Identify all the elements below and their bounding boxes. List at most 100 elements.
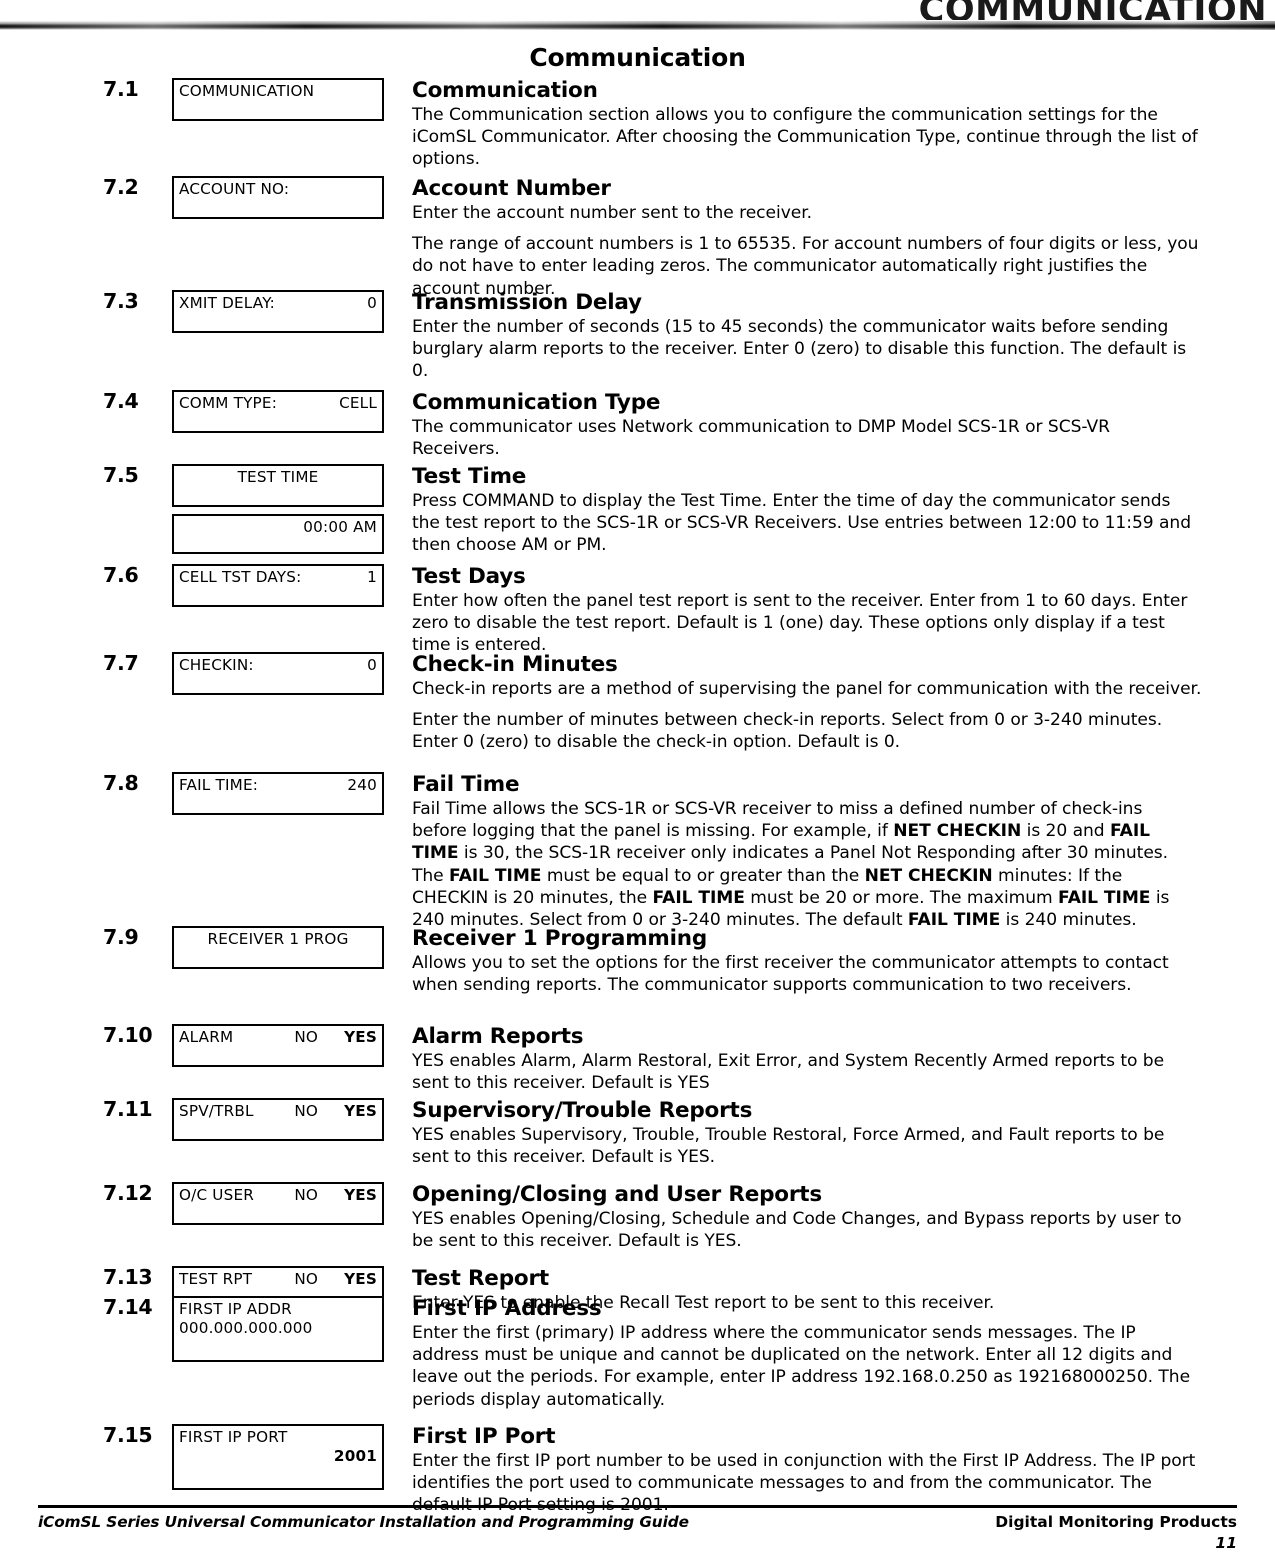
lcd-option-yes[interactable]: YES xyxy=(344,1028,377,1046)
lcd-label: 000.000.000.000 xyxy=(179,1319,313,1337)
section-number: 7.7 xyxy=(103,651,139,675)
section-number: 7.10 xyxy=(103,1023,153,1047)
section-heading: Check-in Minutes xyxy=(412,652,618,677)
section-number: 7.6 xyxy=(103,563,139,587)
footer-company: Digital Monitoring Products xyxy=(995,1513,1237,1531)
section-heading: Receiver 1 Programming xyxy=(412,926,708,951)
lcd-option-no[interactable]: NO xyxy=(294,1028,318,1046)
lcd-display: XMIT DELAY: 0 xyxy=(172,290,384,333)
section-paragraph: Enter the number of minutes between chec… xyxy=(412,710,1163,753)
lcd-display: FIRST IP PORT 2001 xyxy=(172,1424,384,1490)
section-text: First IP Address Enter the first (primary… xyxy=(412,1296,1202,1411)
text-run: must be equal to or greater than the xyxy=(541,865,865,886)
lcd-display: ACCOUNT NO: xyxy=(172,176,384,219)
section-paragraph: Enter the number of seconds (15 to 45 se… xyxy=(412,317,1187,382)
emphasis-term: FAIL TIME xyxy=(1058,887,1151,908)
lcd-value: 0 xyxy=(367,656,377,674)
section-heading: First IP Address xyxy=(412,1296,602,1321)
emphasis-term: NET CHECKIN xyxy=(864,865,993,886)
text-run: is 20 and xyxy=(1021,821,1110,842)
section-heading: Transmission Delay xyxy=(412,290,642,315)
lcd-value: CELL xyxy=(339,394,377,412)
lcd-display: CELL TST DAYS: 1 xyxy=(172,564,384,607)
section-heading: Communication Type xyxy=(412,390,661,415)
section-paragraph: Check-in reports are a method of supervi… xyxy=(412,679,1202,699)
lcd-label: CHECKIN: xyxy=(179,656,254,674)
lcd-display: ALARM NO YES xyxy=(172,1024,384,1067)
section-text: Transmission Delay Enter the number of se… xyxy=(412,290,1202,383)
section-text: Check-in Minutes Check-in reports are a m… xyxy=(412,652,1202,754)
section-paragraph: Enter the account number sent to the rec… xyxy=(412,203,813,223)
lcd-line: TEST RPT NO YES xyxy=(179,1270,377,1289)
lcd-column: TEST TIME 00:00 AM xyxy=(172,464,384,554)
lcd-line: RECEIVER 1 PROG xyxy=(179,930,377,949)
lcd-option-yes[interactable]: YES xyxy=(344,1186,377,1204)
section-heading: Test Days xyxy=(412,564,526,589)
section-number: 7.9 xyxy=(103,925,139,949)
section-heading: Opening/Closing and User Reports xyxy=(412,1182,822,1207)
section-number: 7.2 xyxy=(103,175,139,199)
section-paragraph: YES enables Supervisory, Trouble, Troubl… xyxy=(412,1125,1165,1168)
lcd-line: ALARM NO YES xyxy=(179,1028,377,1047)
emphasis-term: FAIL TIME xyxy=(652,887,745,908)
lcd-column: ALARM NO YES xyxy=(172,1024,384,1067)
lcd-option-no[interactable]: NO xyxy=(294,1186,318,1204)
section-number: 7.8 xyxy=(103,771,139,795)
section-text: First IP Port Enter the first IP port num… xyxy=(412,1424,1202,1517)
lcd-option-no[interactable]: NO xyxy=(294,1270,318,1288)
section-text: Test Time Press COMMAND to display the Te… xyxy=(412,464,1202,557)
lcd-option-yes[interactable]: YES xyxy=(344,1270,377,1288)
lcd-option-group: NO YES xyxy=(294,1270,377,1289)
lcd-display-secondary: 00:00 AM xyxy=(172,514,384,554)
lcd-value: 240 xyxy=(347,776,377,794)
lcd-column: O/C USER NO YES xyxy=(172,1182,384,1225)
lcd-label: COMM TYPE: xyxy=(179,394,278,412)
section-heading: First IP Port xyxy=(412,1424,556,1449)
lcd-value: 0 xyxy=(367,294,377,312)
section-paragraph: Enter the first (primary) IP address whe… xyxy=(412,1323,1191,1410)
section-number: 7.15 xyxy=(103,1423,153,1447)
lcd-option-group: NO YES xyxy=(294,1028,377,1047)
lcd-label: FIRST IP PORT xyxy=(179,1428,288,1446)
section-paragraph: The communicator uses Network communicat… xyxy=(412,417,1110,460)
lcd-line: COMMUNICATION xyxy=(179,82,377,101)
lcd-line: TEST TIME xyxy=(179,468,377,487)
lcd-label: XMIT DELAY: xyxy=(179,294,275,312)
section-paragraph: YES enables Alarm, Alarm Restoral, Exit … xyxy=(412,1051,1165,1094)
lcd-display: RECEIVER 1 PROG xyxy=(172,926,384,969)
section-text: Communication Type The communicator uses … xyxy=(412,390,1202,460)
section-paragraph: Press COMMAND to display the Test Time. … xyxy=(412,491,1192,556)
lcd-line: COMM TYPE: CELL xyxy=(179,394,377,413)
lcd-option-yes[interactable]: YES xyxy=(344,1102,377,1120)
lcd-line: 2001 xyxy=(179,1447,377,1466)
lcd-column: FIRST IP PORT 2001 xyxy=(172,1424,384,1490)
section-number: 7.3 xyxy=(103,289,139,313)
footer-divider xyxy=(38,1505,1237,1508)
section-paragraph: YES enables Opening/Closing, Schedule an… xyxy=(412,1209,1182,1252)
section-text: Supervisory/Trouble Reports YES enables S… xyxy=(412,1098,1202,1168)
lcd-label: ALARM xyxy=(179,1028,234,1046)
section-number: 7.4 xyxy=(103,389,139,413)
section-number: 7.12 xyxy=(103,1181,153,1205)
lcd-label: TEST TIME xyxy=(237,468,319,486)
section-text: Receiver 1 Programming Allows you to set … xyxy=(412,926,1202,996)
lcd-option-no[interactable]: NO xyxy=(294,1102,318,1120)
section-heading: Test Report xyxy=(412,1266,549,1291)
lcd-label: RECEIVER 1 PROG xyxy=(207,930,349,948)
lcd-column: FAIL TIME: 240 xyxy=(172,772,384,815)
section-heading: Test Time xyxy=(412,464,527,489)
section-heading: Communication xyxy=(412,78,598,103)
lcd-label: CELL TST DAYS: xyxy=(179,568,302,586)
section-paragraph: Fail Time allows the SCS-1R or SCS-VR re… xyxy=(412,798,1202,931)
section-paragraph: Enter how often the panel test report is… xyxy=(412,591,1188,656)
section-text: Account Number Enter the account number s… xyxy=(412,176,1202,300)
section-number: 7.14 xyxy=(103,1295,153,1319)
lcd-line: 00:00 AM xyxy=(179,518,377,537)
lcd-display: COMM TYPE: CELL xyxy=(172,390,384,433)
lcd-display: COMMUNICATION xyxy=(172,78,384,121)
lcd-value: 2001 xyxy=(333,1447,377,1465)
lcd-label: FAIL TIME: xyxy=(179,776,259,794)
lcd-column: ACCOUNT NO: xyxy=(172,176,384,219)
section-number: 7.5 xyxy=(103,463,139,487)
lcd-display: TEST TIME xyxy=(172,464,384,507)
